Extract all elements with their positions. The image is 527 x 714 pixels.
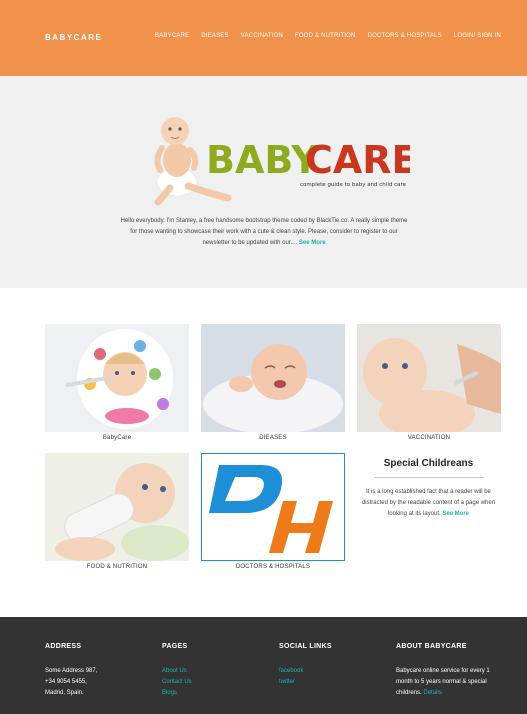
card-dieases[interactable]: DIEASES	[201, 324, 345, 441]
logo-word-care: CARE	[305, 138, 410, 182]
vaccination-photo[interactable]	[357, 324, 501, 432]
card-caption-food-nutrition: FOOD & NUTRITION	[86, 564, 148, 570]
crying-baby-photo[interactable]	[201, 324, 345, 432]
card-caption-vaccination: VACCINATION	[407, 435, 451, 441]
special-body: It is a long established fact that a rea…	[361, 489, 496, 517]
footer-link-twitter[interactable]: twitter	[279, 677, 332, 688]
card-food-nutrition[interactable]: FOOD & NUTRITION	[45, 453, 189, 570]
footer-link-blogs[interactable]: Blogs	[162, 688, 192, 699]
footer-about: ABOUT BABYCARE Babycare online service f…	[396, 643, 506, 699]
babycare-photo[interactable]	[45, 324, 189, 432]
footer-link-about-us[interactable]: About Us	[162, 666, 192, 677]
card-caption-babycare: BabyCare	[102, 435, 132, 441]
footer-address-line: Some Address 987,	[45, 668, 98, 674]
footer-link-contact-us[interactable]: Contact Us	[162, 677, 192, 688]
hero-intro-text: Hello everybody. I'm Stanley, a free han…	[120, 218, 408, 246]
nav-item-food-nutrition[interactable]: FOOD & NUTRITION	[295, 33, 356, 39]
hero-section: BABY CARE complete guide to baby and chi…	[0, 76, 527, 288]
footer-about-text: Babycare online service for every 1 mont…	[396, 666, 506, 699]
top-navbar: BABYCARE BABYCARE DIEASES VACCINATION FO…	[0, 0, 527, 76]
card-caption-dieases: DIEASES	[259, 435, 287, 441]
babycare-logo-image: BABY CARE complete guide to baby and chi…	[154, 117, 410, 206]
footer-address-line: +34 9054 5455,	[45, 679, 87, 685]
footer-about-details-link[interactable]: Details	[423, 690, 441, 696]
card-vaccination[interactable]: VACCINATION	[357, 324, 501, 441]
footer-social: SOCIAL LINKS facebook twitter	[279, 643, 332, 688]
footer-link-facebook[interactable]: facebook	[279, 666, 332, 677]
special-divider	[373, 477, 484, 478]
footer-about-title: ABOUT BABYCARE	[396, 643, 467, 650]
nav-item-dieases[interactable]: DIEASES	[201, 33, 228, 39]
special-childreans-section: Special Childreans It is a long establis…	[356, 458, 501, 520]
food-nutrition-photo[interactable]	[45, 453, 189, 561]
footer-address-title: ADDRESS	[45, 643, 82, 650]
hero-intro: Hello everybody. I'm Stanley, a free han…	[118, 216, 410, 249]
footer-address-line: Madrid, Spain.	[45, 690, 84, 696]
logo-word-baby: BABY	[206, 138, 319, 182]
special-title: Special Childreans	[383, 458, 474, 469]
logo-tagline: complete guide to baby and child care	[300, 182, 407, 188]
doctors-hospitals-logo[interactable]	[201, 453, 345, 561]
special-text: It is a long established fact that a rea…	[356, 487, 501, 520]
card-doctors-hospitals[interactable]: DOCTORS & HOSPITALS	[201, 453, 345, 570]
special-see-more-link[interactable]: See More	[442, 511, 469, 517]
nav-item-login[interactable]: LOGIN/ SIGN IN	[454, 33, 501, 39]
card-babycare[interactable]: BabyCare	[45, 324, 189, 441]
hero-see-more-link[interactable]: See More	[299, 240, 326, 246]
footer-social-title: SOCIAL LINKS	[279, 643, 332, 650]
card-caption-doctors-hospitals: DOCTORS & HOSPITALS	[235, 564, 311, 570]
nav-item-vaccination[interactable]: VACCINATION	[241, 33, 283, 39]
footer-address: ADDRESS Some Address 987, +34 9054 5455,…	[45, 643, 97, 699]
nav-item-babycare[interactable]: BABYCARE	[155, 33, 189, 39]
brand-logo[interactable]: BABYCARE	[45, 33, 102, 42]
footer-pages-title: PAGES	[162, 643, 188, 650]
main-nav: BABYCARE DIEASES VACCINATION FOOD & NUTR…	[155, 33, 501, 39]
footer-pages: PAGES About Us Contact Us Blogs	[162, 643, 192, 699]
site-footer: ADDRESS Some Address 987, +34 9054 5455,…	[0, 617, 527, 714]
footer-about-body: Babycare online service for every 1 mont…	[396, 668, 490, 696]
nav-item-doctors-hospitals[interactable]: DOCTORS & HOSPITALS	[368, 33, 442, 39]
